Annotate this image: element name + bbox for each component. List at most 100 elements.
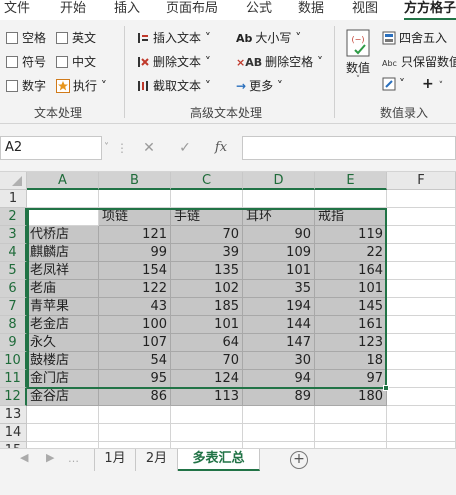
fill-handle[interactable]: [383, 385, 389, 391]
keep-value-button[interactable]: Abc 只保留数值: [382, 54, 456, 72]
column-header-d[interactable]: D: [243, 172, 315, 190]
row-header-10[interactable]: 10: [0, 352, 27, 370]
cell-d2[interactable]: 耳环: [243, 208, 315, 226]
cell-c4[interactable]: 39: [171, 244, 243, 262]
cell-d10[interactable]: 30: [243, 352, 315, 370]
row-header-6[interactable]: 6: [0, 280, 27, 298]
cell-a9[interactable]: 永久: [27, 334, 99, 352]
cell-a12[interactable]: 金谷店: [27, 388, 99, 406]
row-header-14[interactable]: 14: [0, 424, 27, 442]
cell-a11[interactable]: 金门店: [27, 370, 99, 388]
row-header-13[interactable]: 13: [0, 406, 27, 424]
more-button[interactable]: → 更多 ˅: [236, 78, 283, 94]
cell-a1[interactable]: [27, 190, 99, 208]
cell-c5[interactable]: 135: [171, 262, 243, 280]
cell-c6[interactable]: 102: [171, 280, 243, 298]
row-header-11[interactable]: 11: [0, 370, 27, 388]
cell-d5[interactable]: 101: [243, 262, 315, 280]
cell-c7[interactable]: 185: [171, 298, 243, 316]
cell-c12[interactable]: 113: [171, 388, 243, 406]
cell-b4[interactable]: 99: [99, 244, 171, 262]
cell-e7[interactable]: 145: [315, 298, 387, 316]
cell-d14[interactable]: [243, 424, 315, 442]
cell-b13[interactable]: [99, 406, 171, 424]
cell-d7[interactable]: 194: [243, 298, 315, 316]
cell-e13[interactable]: [315, 406, 387, 424]
cell-e3[interactable]: 119: [315, 226, 387, 244]
cell-d4[interactable]: 109: [243, 244, 315, 262]
cancel-icon[interactable]: ✕: [138, 136, 160, 160]
cell-b12[interactable]: 86: [99, 388, 171, 406]
column-header-b[interactable]: B: [99, 172, 171, 190]
cell-c14[interactable]: [171, 424, 243, 442]
cell-e5[interactable]: 164: [315, 262, 387, 280]
sheet-tab-summary[interactable]: 多表汇总: [178, 449, 260, 471]
row-header-9[interactable]: 9: [0, 334, 27, 352]
cell-d13[interactable]: [243, 406, 315, 424]
cell-e8[interactable]: 161: [315, 316, 387, 334]
cell-f1[interactable]: [387, 190, 456, 208]
cell-f5[interactable]: [387, 262, 456, 280]
insert-text-button[interactable]: 插入文本 ˅: [136, 30, 211, 46]
cell-a8[interactable]: 老金店: [27, 316, 99, 334]
column-header-e[interactable]: E: [315, 172, 387, 190]
checkbox-space[interactable]: 空格: [6, 30, 46, 46]
add-sheet-icon[interactable]: +: [290, 451, 308, 469]
delete-text-button[interactable]: 删除文本 ˅: [136, 54, 211, 70]
row-header-12[interactable]: 12: [0, 388, 27, 406]
add-button[interactable]: + ˅: [422, 76, 443, 94]
cell-f6[interactable]: [387, 280, 456, 298]
cell-b6[interactable]: 122: [99, 280, 171, 298]
sheet-tab-jan[interactable]: 1月: [94, 449, 136, 471]
tab-home[interactable]: 开始: [60, 0, 86, 20]
cell-e2[interactable]: 戒指: [315, 208, 387, 226]
cell-b3[interactable]: 121: [99, 226, 171, 244]
cell-b2[interactable]: 项链: [99, 208, 171, 226]
cell-a10[interactable]: 鼓楼店: [27, 352, 99, 370]
cell-c10[interactable]: 70: [171, 352, 243, 370]
cell-e11[interactable]: 97: [315, 370, 387, 388]
cell-c8[interactable]: 101: [171, 316, 243, 334]
execute-button[interactable]: 执行 ˅: [56, 78, 107, 94]
tab-page-layout[interactable]: 页面布局: [166, 0, 218, 20]
cell-e6[interactable]: 101: [315, 280, 387, 298]
cell-b11[interactable]: 95: [99, 370, 171, 388]
cell-f8[interactable]: [387, 316, 456, 334]
cell-f12[interactable]: [387, 388, 456, 406]
cell-a2[interactable]: [27, 208, 99, 226]
cell-a7[interactable]: 青苹果: [27, 298, 99, 316]
column-header-a[interactable]: A: [27, 172, 99, 190]
row-header-5[interactable]: 5: [0, 262, 27, 280]
row-header-8[interactable]: 8: [0, 316, 27, 334]
cell-c2[interactable]: 手链: [171, 208, 243, 226]
cell-b8[interactable]: 100: [99, 316, 171, 334]
cell-e12[interactable]: 180: [315, 388, 387, 406]
column-header-c[interactable]: C: [171, 172, 243, 190]
cell-d3[interactable]: 90: [243, 226, 315, 244]
cell-d11[interactable]: 94: [243, 370, 315, 388]
tab-dots-icon[interactable]: …: [68, 452, 79, 465]
cell-f11[interactable]: [387, 370, 456, 388]
formula-input[interactable]: [242, 136, 456, 160]
row-header-3[interactable]: 3: [0, 226, 27, 244]
cell-f14[interactable]: [387, 424, 456, 442]
case-button[interactable]: Ab 大小写 ˅: [236, 30, 301, 47]
cell-f9[interactable]: [387, 334, 456, 352]
cell-f10[interactable]: [387, 352, 456, 370]
cell-d1[interactable]: [243, 190, 315, 208]
cell-e14[interactable]: [315, 424, 387, 442]
select-all-corner[interactable]: [0, 172, 27, 190]
tab-fangfang[interactable]: 方方格子: [404, 0, 456, 20]
checkbox-symbol[interactable]: 符号: [6, 54, 46, 70]
cell-a4[interactable]: 麒麟店: [27, 244, 99, 262]
cell-e10[interactable]: 18: [315, 352, 387, 370]
prev-sheet-icon[interactable]: ◀: [20, 451, 28, 464]
cell-b7[interactable]: 43: [99, 298, 171, 316]
tab-data[interactable]: 数据: [298, 0, 324, 20]
cell-f13[interactable]: [387, 406, 456, 424]
checkbox-number[interactable]: 数字: [6, 78, 46, 94]
cell-b5[interactable]: 154: [99, 262, 171, 280]
cell-f7[interactable]: [387, 298, 456, 316]
extract-text-button[interactable]: 截取文本 ˅: [136, 78, 211, 94]
cell-b14[interactable]: [99, 424, 171, 442]
